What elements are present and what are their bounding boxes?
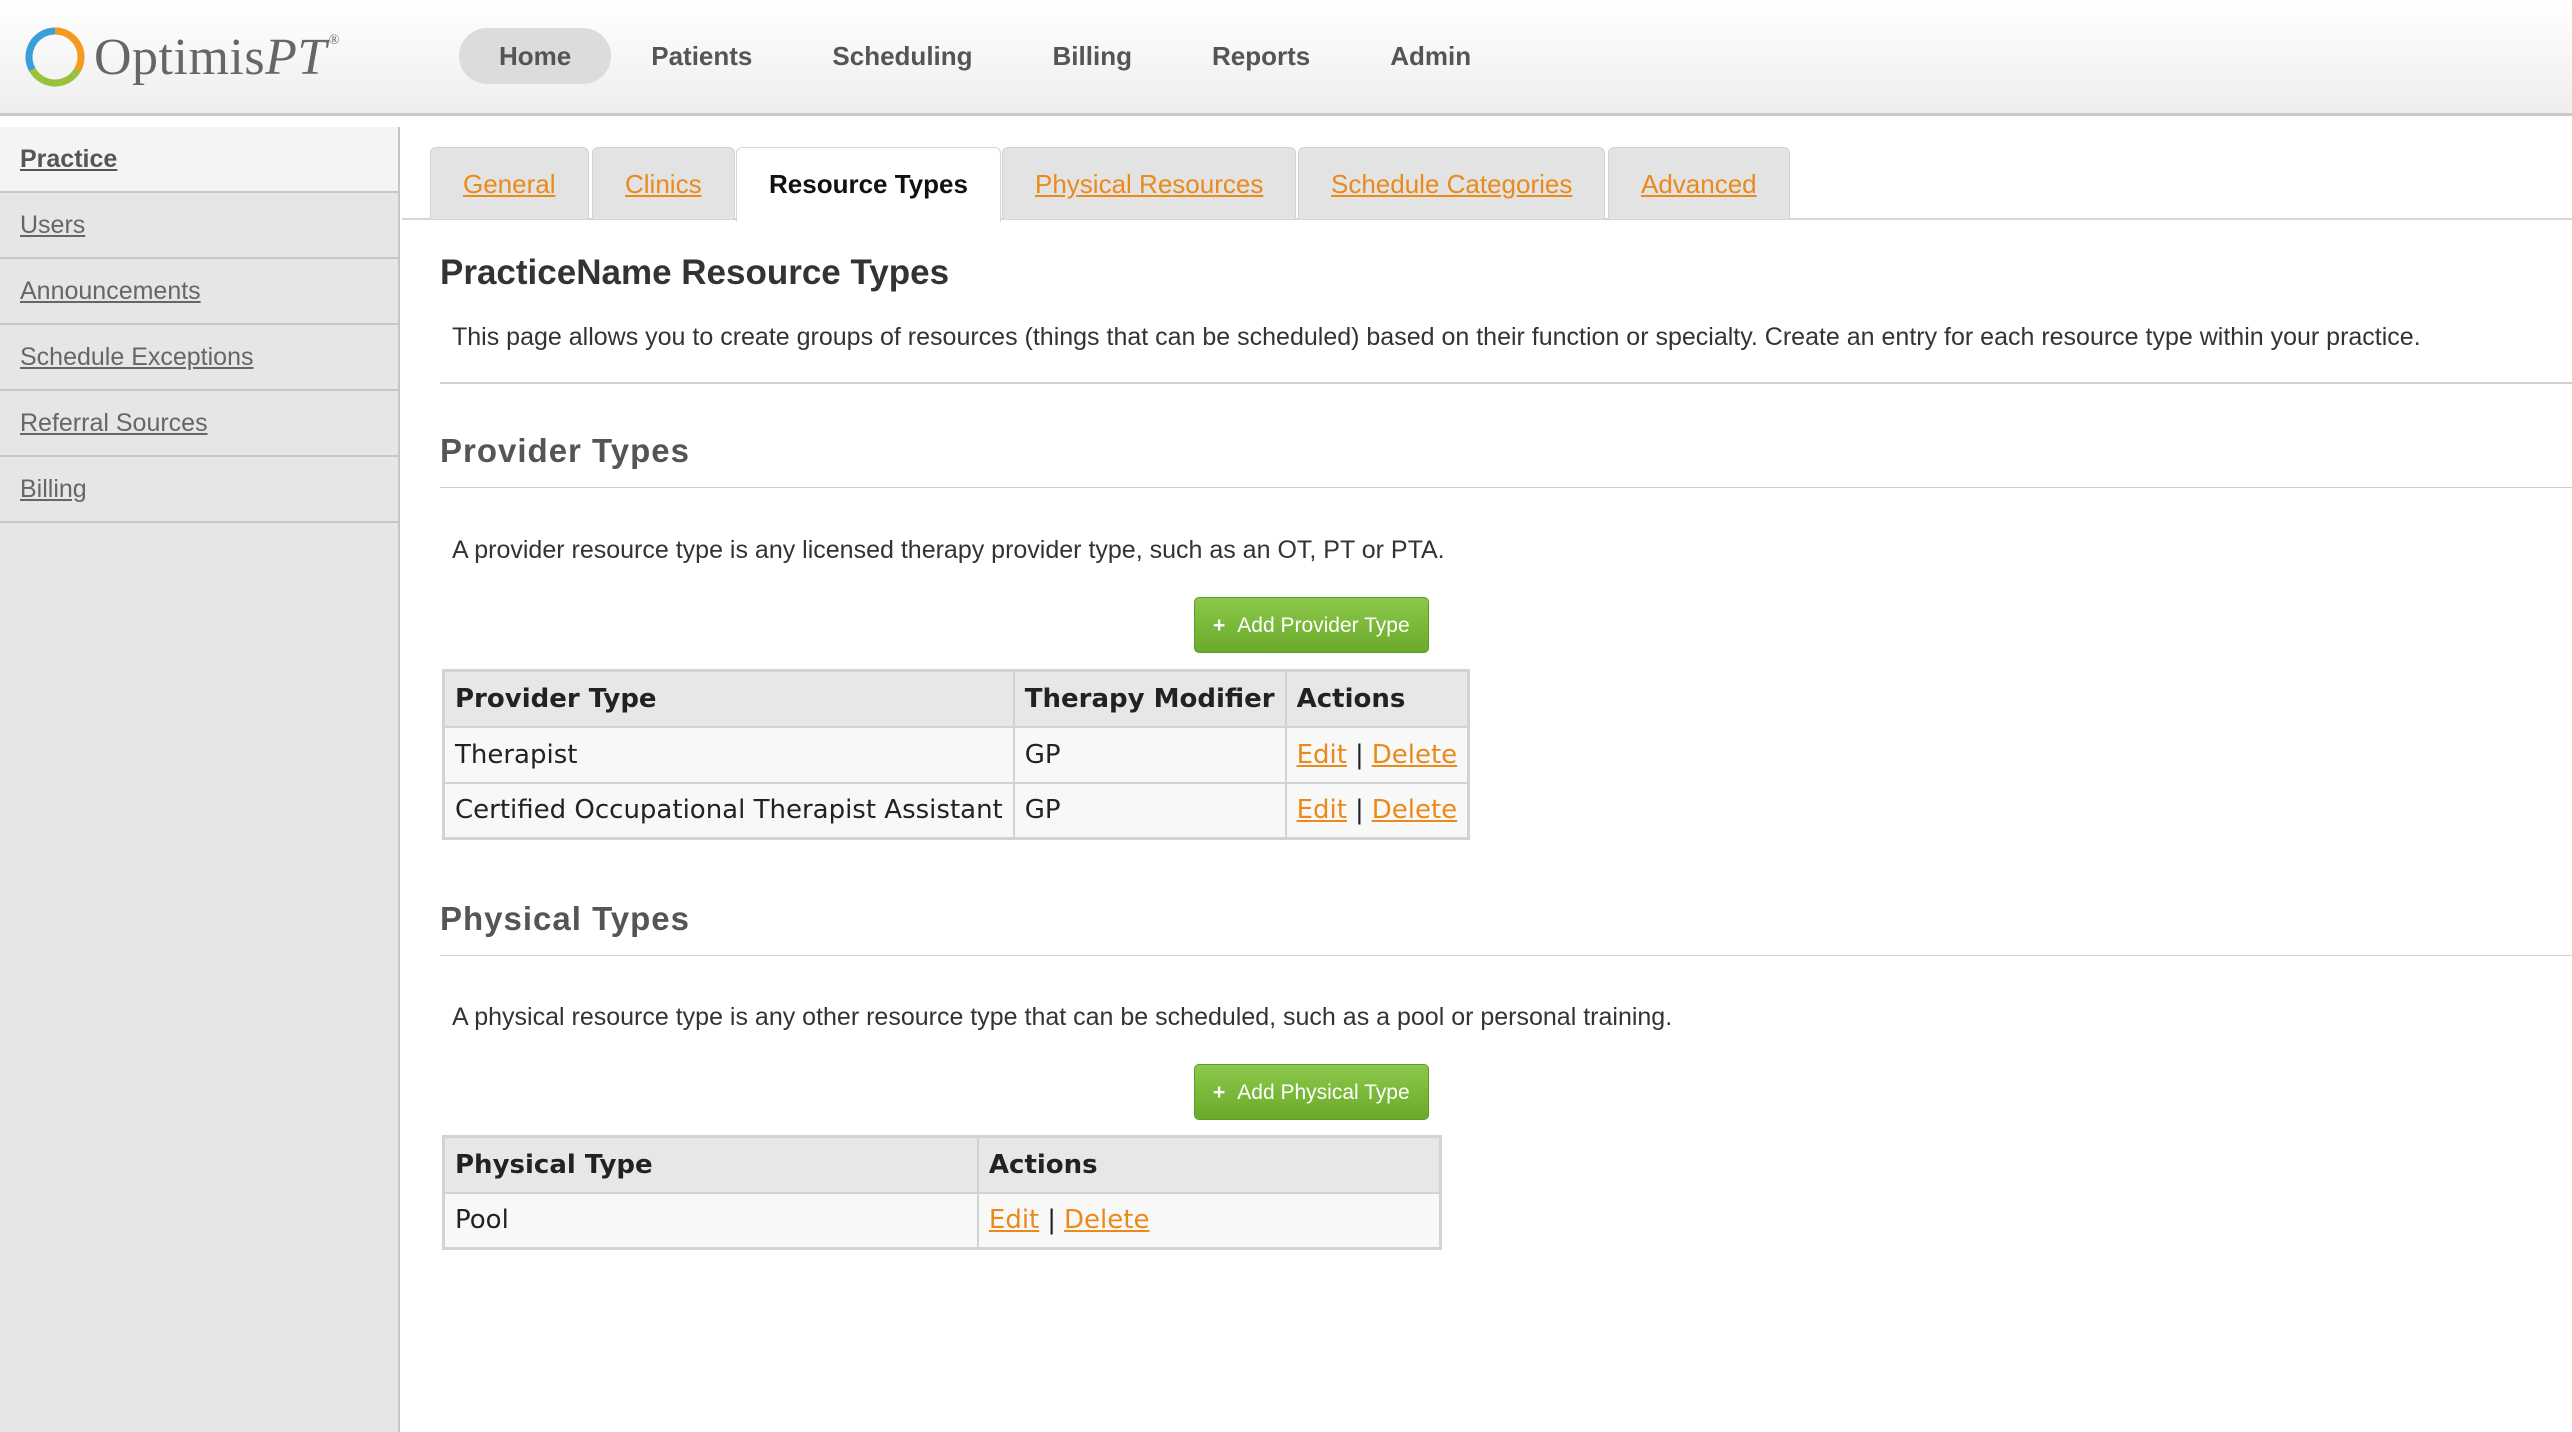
logo-ring-icon <box>25 27 85 87</box>
divider <box>440 382 2572 384</box>
tab-resource-types[interactable]: Resource Types <box>736 147 1001 222</box>
sidebar: Practice Users Announcements Schedule Ex… <box>0 127 400 1432</box>
column-header: Therapy Modifier <box>1012 669 1287 728</box>
divider <box>440 487 2572 488</box>
column-header: Physical Type <box>442 1135 979 1194</box>
physical-types-table: Physical Type Actions Pool Edit | Delete <box>442 1135 1442 1250</box>
physical-types-description: A physical resource type is any other re… <box>452 1003 1673 1031</box>
sidebar-item-referral-sources[interactable]: Referral Sources <box>0 391 398 457</box>
provider-types-table: Provider Type Therapy Modifier Actions T… <box>442 669 1471 840</box>
table-row: Certified Occupational Therapist Assista… <box>442 781 1470 840</box>
table-row: Therapist GP Edit | Delete <box>442 725 1470 784</box>
tab-advanced[interactable]: Advanced <box>1608 147 1790 219</box>
sidebar-item-billing[interactable]: Billing <box>0 457 398 523</box>
top-header: OptimisPT ® Home Patients Scheduling Bill… <box>0 0 2572 116</box>
provider-types-heading: Provider Types <box>440 432 690 469</box>
edit-link[interactable]: Edit <box>989 1205 1039 1235</box>
add-provider-type-button[interactable]: + Add Provider Type <box>1194 597 1429 653</box>
sidebar-item-practice[interactable]: Practice <box>0 127 398 193</box>
table-header-row: Provider Type Therapy Modifier Actions <box>442 669 1470 728</box>
main-nav: Home Patients Scheduling Billing Reports… <box>459 28 1511 84</box>
actions-cell: Edit | Delete <box>1284 781 1470 840</box>
nav-billing[interactable]: Billing <box>1013 28 1172 84</box>
table-row: Pool Edit | Delete <box>442 1191 1442 1250</box>
therapy-modifier-cell: GP <box>1012 725 1287 784</box>
optimispt-logo[interactable]: OptimisPT ® <box>22 22 340 92</box>
main-content: General Clinics Resource Types Physical … <box>402 127 2572 1432</box>
nav-admin[interactable]: Admin <box>1350 28 1511 84</box>
edit-link[interactable]: Edit <box>1297 795 1347 825</box>
add-physical-type-label: Add Physical Type <box>1237 1081 1410 1104</box>
tab-clinics[interactable]: Clinics <box>592 147 735 219</box>
provider-types-description: A provider resource type is any licensed… <box>452 536 1445 564</box>
tab-bar: General Clinics Resource Types Physical … <box>402 127 2572 222</box>
physical-type-cell: Pool <box>442 1191 979 1250</box>
nav-reports[interactable]: Reports <box>1172 28 1350 84</box>
page-description: This page allows you to create groups of… <box>452 323 2421 351</box>
logo-wordmark: OptimisPT ® <box>94 28 340 86</box>
page-title: PracticeName Resource Types <box>440 253 950 292</box>
nav-patients[interactable]: Patients <box>611 28 792 84</box>
column-header: Actions <box>976 1135 1442 1194</box>
delete-link[interactable]: Delete <box>1372 795 1457 825</box>
delete-link[interactable]: Delete <box>1372 740 1457 770</box>
therapy-modifier-cell: GP <box>1012 781 1287 840</box>
table-header-row: Physical Type Actions <box>442 1135 1442 1194</box>
add-physical-type-button[interactable]: + Add Physical Type <box>1194 1064 1429 1120</box>
actions-cell: Edit | Delete <box>1284 725 1470 784</box>
plus-icon: + <box>1213 614 1226 637</box>
sidebar-item-announcements[interactable]: Announcements <box>0 259 398 325</box>
add-provider-type-label: Add Provider Type <box>1237 614 1410 637</box>
provider-type-cell: Certified Occupational Therapist Assista… <box>442 781 1015 840</box>
tab-general[interactable]: General <box>430 147 589 219</box>
nav-home[interactable]: Home <box>459 28 612 84</box>
sidebar-item-users[interactable]: Users <box>0 193 398 259</box>
plus-icon: + <box>1213 1081 1226 1104</box>
tab-physical-resources[interactable]: Physical Resources <box>1002 147 1297 219</box>
nav-scheduling[interactable]: Scheduling <box>792 28 1012 84</box>
delete-link[interactable]: Delete <box>1064 1205 1149 1235</box>
actions-cell: Edit | Delete <box>976 1191 1442 1250</box>
sidebar-item-schedule-exceptions[interactable]: Schedule Exceptions <box>0 325 398 391</box>
tab-schedule-categories[interactable]: Schedule Categories <box>1298 147 1606 219</box>
provider-type-cell: Therapist <box>442 725 1015 784</box>
physical-types-heading: Physical Types <box>440 900 691 937</box>
column-header: Actions <box>1284 669 1470 728</box>
edit-link[interactable]: Edit <box>1297 740 1347 770</box>
divider <box>440 955 2572 956</box>
column-header: Provider Type <box>442 669 1015 728</box>
